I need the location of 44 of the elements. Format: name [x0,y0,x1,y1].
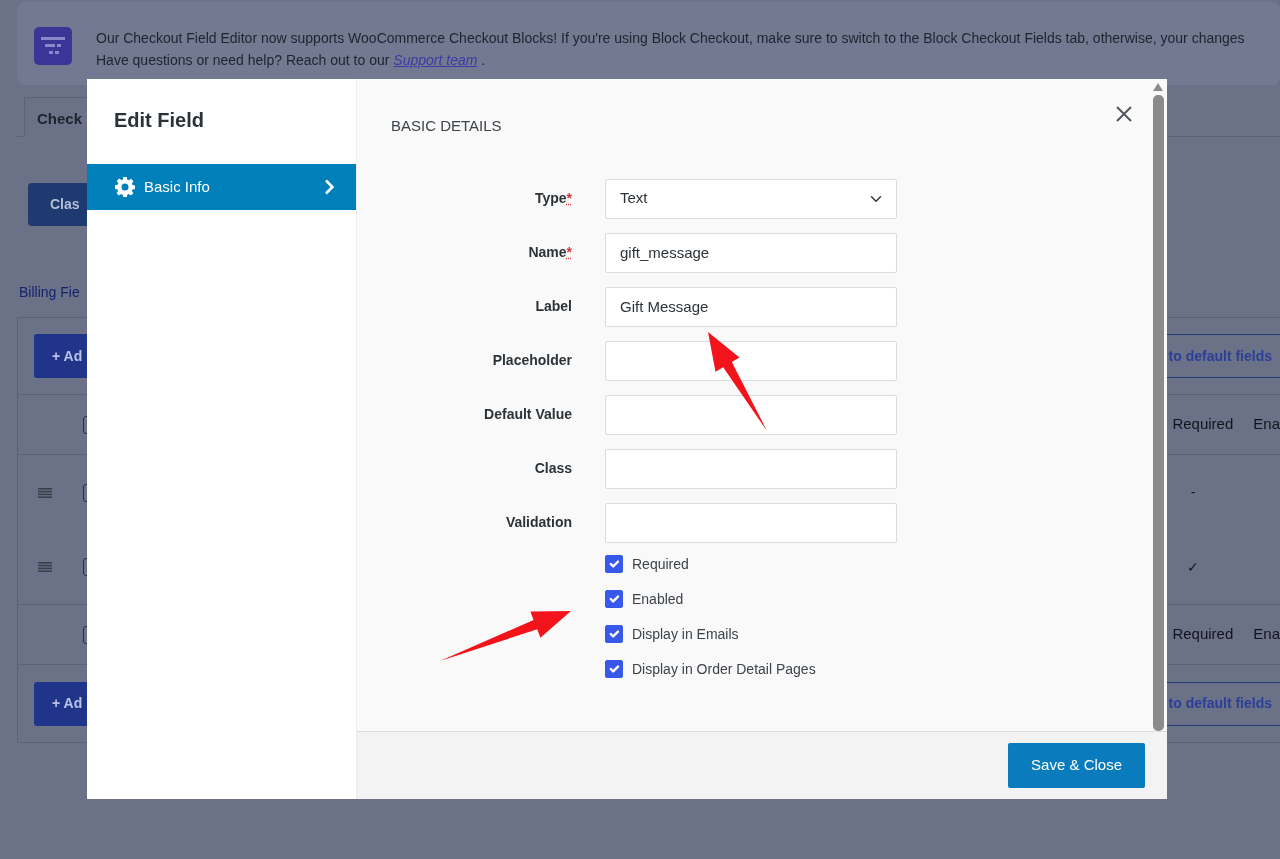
save-close-button[interactable]: Save & Close [1008,743,1145,788]
input-field[interactable] [605,448,897,489]
input-field[interactable]: gift_message [605,232,897,273]
help-text: Have questions or need help? Reach out to our [96,52,390,68]
dialog-title: Edit Field [114,108,205,133]
table-cell-text: ✓ [1186,557,1200,577]
field-label: Placeholder [491,351,572,370]
notice-text: Our Checkout Field Editor now supports WooCommerce Checkout Blocks! If you're using Block Checkout, make sure to switch to the Block Checkout Fields tab, otherwise, your changes [96,29,1245,48]
menu-item[interactable]: Basic Info [87,164,356,210]
type-select[interactable]: Text [605,178,897,219]
drag-handle-icon[interactable] [38,562,52,572]
option-label: Display in Emails [632,624,739,644]
input-field[interactable] [605,394,897,435]
drag-handle-icon[interactable] [38,487,52,498]
option-label: Enabled [632,589,684,609]
input-field[interactable] [605,340,897,381]
scrollbar-thumb[interactable] [1152,95,1164,731]
field-label: Default Value [483,405,572,424]
logo-icon [34,27,72,65]
section-link[interactable]: Billing Fie [19,282,80,303]
input-field[interactable] [605,502,897,543]
column-header: Required [1172,624,1234,645]
checkbox[interactable] [605,660,623,678]
period-text: . [481,52,486,68]
field-label: Validation [504,513,572,532]
field-label: Type* [533,189,572,208]
checkbox[interactable] [605,625,623,643]
section-title: BASIC DETAILS [391,116,503,136]
scroll-up-icon[interactable] [1153,83,1163,91]
column-header: Ena [1253,624,1280,645]
chevron-right-icon [324,179,334,195]
field-label: Class [533,459,572,478]
table-cell-text: - [1189,483,1197,502]
gear-icon [115,177,135,197]
input-field[interactable]: Gift Message [605,286,897,327]
option-label: Required [632,554,689,574]
field-label: Label [534,297,572,316]
column-header: Required [1172,414,1234,435]
option-label: Display in Order Detail Pages [632,659,816,679]
checkbox[interactable] [605,555,623,573]
checkbox[interactable] [605,590,623,608]
close-icon[interactable] [1114,103,1134,123]
column-header: Ena [1253,414,1280,435]
field-label: Name* [527,243,572,262]
